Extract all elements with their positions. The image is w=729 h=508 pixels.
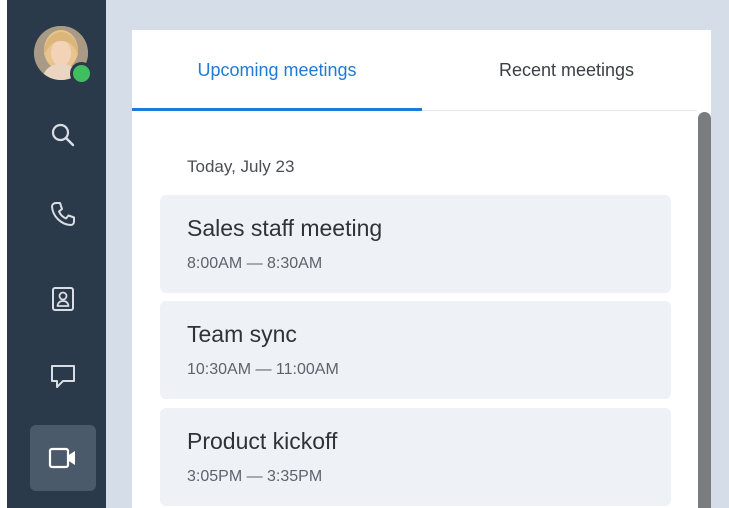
tab-upcoming-meetings[interactable]: Upcoming meetings (132, 30, 422, 110)
scrollbar-thumb[interactable] (698, 112, 711, 508)
nav-chat-button[interactable] (30, 343, 96, 409)
phone-icon (51, 202, 75, 226)
contacts-icon (52, 287, 74, 311)
sidebar (7, 0, 106, 508)
meeting-title: Sales staff meeting (187, 215, 383, 241)
presence-status-dot (70, 62, 93, 85)
tab-recent-meetings[interactable]: Recent meetings (422, 30, 711, 110)
nav-calls-button[interactable] (30, 181, 96, 247)
meeting-time: 10:30AM — 11:00AM (187, 361, 339, 378)
meeting-item[interactable]: Sales staff meeting 8:00AM — 8:30AM (160, 195, 671, 293)
chat-icon (51, 365, 75, 388)
search-icon (51, 123, 75, 147)
nav-meetings-button[interactable] (30, 425, 96, 491)
window-edge (0, 0, 7, 508)
app-window: Upcoming meetings Recent meetings Today,… (0, 0, 729, 508)
meeting-title: Team sync (187, 321, 297, 347)
meeting-time: 8:00AM — 8:30AM (187, 255, 323, 272)
active-tab-indicator (132, 108, 422, 111)
nav-contacts-button[interactable] (30, 266, 96, 332)
meeting-time: 3:05PM — 3:35PM (187, 468, 323, 485)
video-icon (48, 447, 75, 469)
meeting-item[interactable]: Team sync 10:30AM — 11:00AM (160, 301, 671, 399)
meetings-panel: Upcoming meetings Recent meetings Today,… (132, 30, 711, 508)
meeting-title: Product kickoff (187, 428, 338, 454)
meeting-item[interactable]: Product kickoff 3:05PM — 3:35PM (160, 408, 671, 506)
meetings-tabs: Upcoming meetings Recent meetings (132, 30, 711, 111)
date-header: Today, July 23 (187, 157, 295, 176)
nav-search-button[interactable] (30, 102, 96, 168)
